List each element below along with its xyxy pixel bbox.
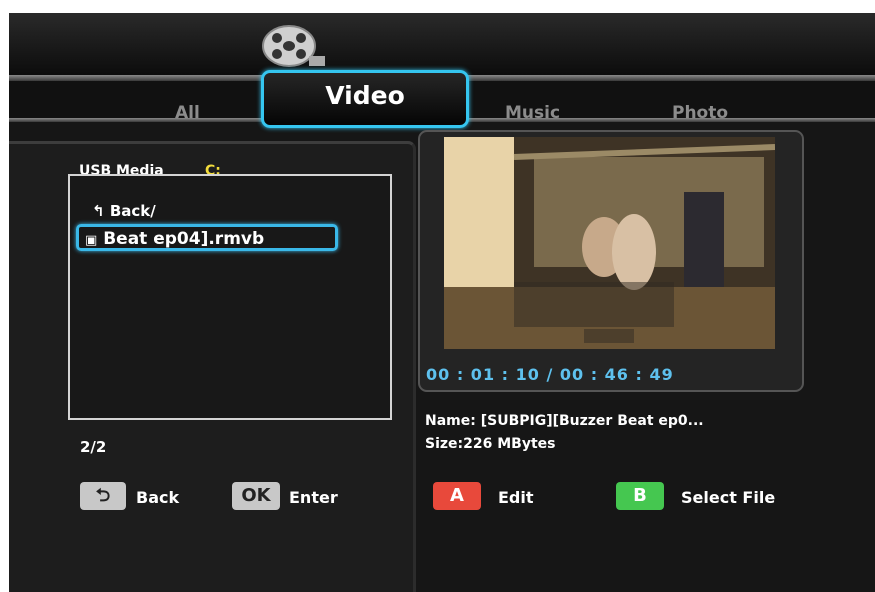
tab-music[interactable]: Music	[505, 103, 560, 123]
enter-button-label[interactable]: Enter	[289, 488, 338, 507]
playback-time: 00 : 01 : 10 / 00 : 46 : 49	[426, 365, 674, 384]
file-name-info: Name: [SUBPIG][Buzzer Beat ep0...	[425, 413, 704, 429]
file-name: Beat ep04].rmvb	[103, 229, 265, 249]
a-key-icon: A	[433, 482, 481, 510]
film-reel-icon	[262, 25, 325, 67]
back-item[interactable]: ↰ Back/	[92, 202, 156, 220]
edit-button-label[interactable]: Edit	[498, 488, 534, 507]
page-indicator: 2/2	[80, 438, 107, 456]
tab-photo[interactable]: Photo	[672, 103, 728, 123]
video-preview-image	[444, 137, 775, 349]
video-frame-art	[444, 137, 775, 349]
tab-video[interactable]: Video	[261, 70, 469, 128]
video-file-icon: ▣	[85, 233, 98, 248]
ok-key-icon: OK	[232, 482, 280, 510]
tab-all[interactable]: All	[175, 103, 200, 123]
select-file-button-label[interactable]: Select File	[681, 488, 775, 507]
top-bar	[9, 13, 875, 75]
b-key-icon: B	[616, 482, 664, 510]
back-arrow-icon: ↰	[92, 202, 105, 220]
return-key-icon: ⮌	[80, 482, 126, 510]
file-item-selected[interactable]: ▣ Beat ep04].rmvb	[76, 224, 338, 251]
file-size-info: Size:226 MBytes	[425, 436, 556, 452]
back-button-label[interactable]: Back	[136, 488, 179, 507]
